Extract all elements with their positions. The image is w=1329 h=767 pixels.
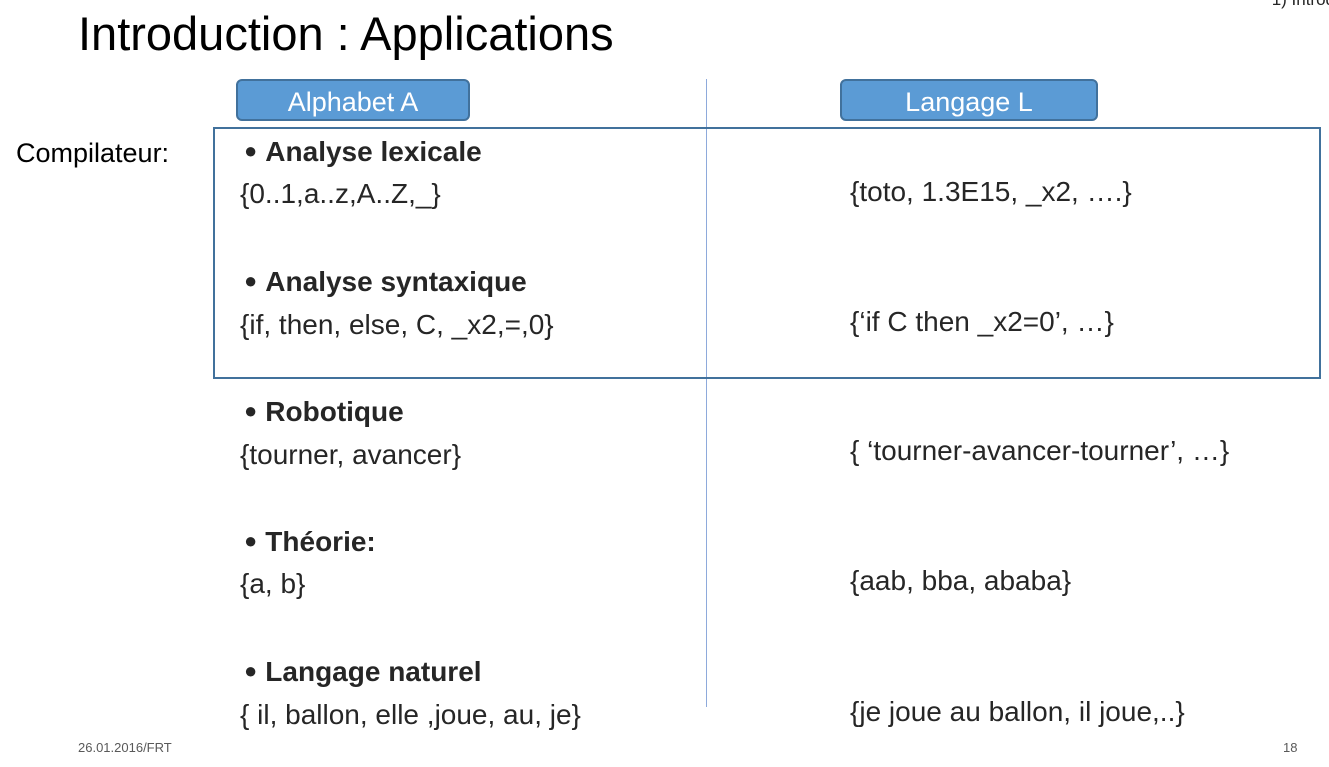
item-title-label: Langage naturel <box>265 656 482 687</box>
item-langage-theorie: {aab, bba, ababa} <box>850 565 1072 596</box>
item-title-label: Analyse syntaxique <box>265 266 527 297</box>
item-alphabet-robotique: {tourner, avancer} <box>240 439 462 470</box>
item-langage-robotique: { ‘tourner-avancer-tourner’, …} <box>850 435 1230 466</box>
item-title-analyse-lexicale: ● Analyse lexicale <box>244 136 482 168</box>
langage-header: Langage L <box>840 79 1098 121</box>
item-langage-analyse-syntaxique: {‘if C then _x2=0’, …} <box>850 306 1114 337</box>
bullet-icon: ● <box>244 658 258 683</box>
item-title-analyse-syntaxique: ● Analyse syntaxique <box>244 266 527 298</box>
item-title-robotique: ● Robotique <box>244 396 404 428</box>
bullet-icon: ● <box>244 398 258 423</box>
bullet-icon: ● <box>244 138 258 163</box>
item-alphabet-theorie: {a, b} <box>240 568 306 599</box>
section-tag: 1) Introd <box>1272 0 1329 10</box>
item-title-label: Théorie: <box>265 526 376 557</box>
bullet-icon: ● <box>244 268 258 293</box>
item-title-langage-naturel: ● Langage naturel <box>244 656 482 688</box>
item-alphabet-analyse-lexicale: {0..1,a..z,A..Z,_} <box>240 178 441 209</box>
alphabet-header: Alphabet A <box>236 79 470 121</box>
item-title-theorie: ● Théorie: <box>244 526 376 558</box>
compilateur-label: Compilateur: <box>16 138 170 168</box>
bullet-icon: ● <box>244 528 258 553</box>
item-langage-analyse-lexicale: {toto, 1.3E15, _x2, ….} <box>850 176 1132 207</box>
item-alphabet-langage-naturel: { il, ballon, elle ,joue, au, je} <box>240 699 581 730</box>
slide-title: Introduction : Applications <box>78 7 614 60</box>
item-title-label: Analyse lexicale <box>265 136 482 167</box>
item-title-label: Robotique <box>265 396 404 427</box>
item-langage-langage-naturel: {je joue au ballon, il joue,..} <box>850 696 1185 727</box>
page-number: 18 <box>1283 740 1298 755</box>
footer-date: 26.01.2016/FRT <box>78 740 172 755</box>
item-alphabet-analyse-syntaxique: {if, then, else, C, _x2,=,0} <box>240 309 554 340</box>
